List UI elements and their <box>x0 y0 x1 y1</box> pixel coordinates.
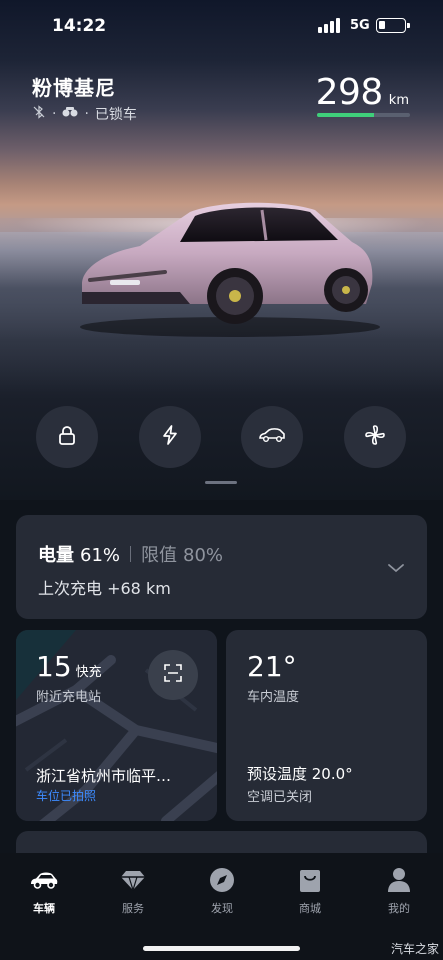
tab-service[interactable]: 服务 <box>98 865 168 916</box>
car-trunk-icon <box>258 425 286 449</box>
home-indicator[interactable] <box>143 946 300 951</box>
fan-button[interactable] <box>344 406 406 468</box>
fan-icon <box>363 423 387 451</box>
cabin-temperature-label: 车内温度 <box>247 690 300 705</box>
diamond-icon <box>118 865 148 895</box>
charge-button[interactable] <box>139 406 201 468</box>
watermark: 汽车之家 <box>390 942 439 956</box>
trunk-button[interactable] <box>241 406 303 468</box>
parking-address: 浙江省杭州市临平… <box>36 767 172 785</box>
tab-discover-label: 发现 <box>211 902 233 915</box>
battery-value: 61% <box>80 545 121 566</box>
car-icon <box>29 865 59 895</box>
tab-discover[interactable]: 发现 <box>187 865 257 916</box>
ac-status: 空调已关闭 <box>247 790 313 805</box>
tab-profile-label: 我的 <box>388 902 410 915</box>
vehicle-image[interactable] <box>70 192 380 342</box>
shopping-bag-icon <box>295 865 325 895</box>
preset-temperature: 预设温度 20.0° <box>247 765 353 783</box>
battery-icon <box>376 18 410 33</box>
charge-limit-label: 限值 <box>141 545 178 566</box>
lock-icon <box>56 424 78 450</box>
signal-icon <box>318 18 340 33</box>
vehicle-status-row: · · 已锁车 <box>32 104 137 124</box>
status-bar: 14:22 5G <box>0 14 443 40</box>
nearby-stations-label: 附近充电站 <box>36 690 102 705</box>
range-unit: km <box>388 93 409 108</box>
tab-profile[interactable]: 我的 <box>364 865 434 916</box>
compass-icon <box>207 865 237 895</box>
station-count: 15 <box>36 650 72 683</box>
parking-photo-link[interactable]: 车位已拍照 <box>36 787 96 804</box>
range-display: 298 km <box>316 72 409 113</box>
person-icon <box>384 865 414 895</box>
battery-summary: 电量 61% 限值 80% <box>38 541 223 567</box>
station-count-row: 15 快充 <box>36 650 102 683</box>
network-type: 5G <box>350 18 370 33</box>
tab-service-label: 服务 <box>122 902 144 915</box>
last-charge-text: 上次充电 +68 km <box>38 579 171 598</box>
tab-mall-label: 商城 <box>299 902 321 915</box>
range-progress-fill <box>317 113 374 117</box>
charge-limit-value: 80% <box>183 545 224 566</box>
lock-button[interactable] <box>36 406 98 468</box>
vehicle-name[interactable]: 粉博基尼 <box>32 72 116 101</box>
key-fob-icon <box>62 106 78 122</box>
page-indicator <box>205 481 237 484</box>
lightning-icon <box>159 424 181 450</box>
chevron-down-icon[interactable] <box>387 559 405 578</box>
cabin-temperature: 21° <box>247 650 297 683</box>
scan-icon <box>163 663 183 687</box>
scan-button[interactable] <box>148 650 198 700</box>
tab-vehicle-label: 车辆 <box>33 902 55 915</box>
bottom-navigation: 车辆 服务 发现 商城 我的 <box>0 853 443 960</box>
range-progress-bar <box>317 113 410 117</box>
quick-controls <box>0 406 443 470</box>
battery-label: 电量 <box>38 545 74 566</box>
climate-card[interactable]: 21° 车内温度 预设温度 20.0° 空调已关闭 <box>226 630 427 821</box>
tab-vehicle[interactable]: 车辆 <box>9 865 79 916</box>
charge-type: 快充 <box>75 665 102 680</box>
battery-card[interactable]: 电量 61% 限值 80% 上次充电 +68 km <box>16 515 427 619</box>
status-time: 14:22 <box>52 16 107 36</box>
range-value: 298 <box>315 72 384 113</box>
tab-mall[interactable]: 商城 <box>275 865 345 916</box>
charging-station-card[interactable]: 15 快充 附近充电站 浙江省杭州市临平… 车位已拍照 <box>16 630 217 821</box>
lock-status-text: 已锁车 <box>94 107 137 123</box>
bluetooth-off-icon <box>32 105 46 123</box>
